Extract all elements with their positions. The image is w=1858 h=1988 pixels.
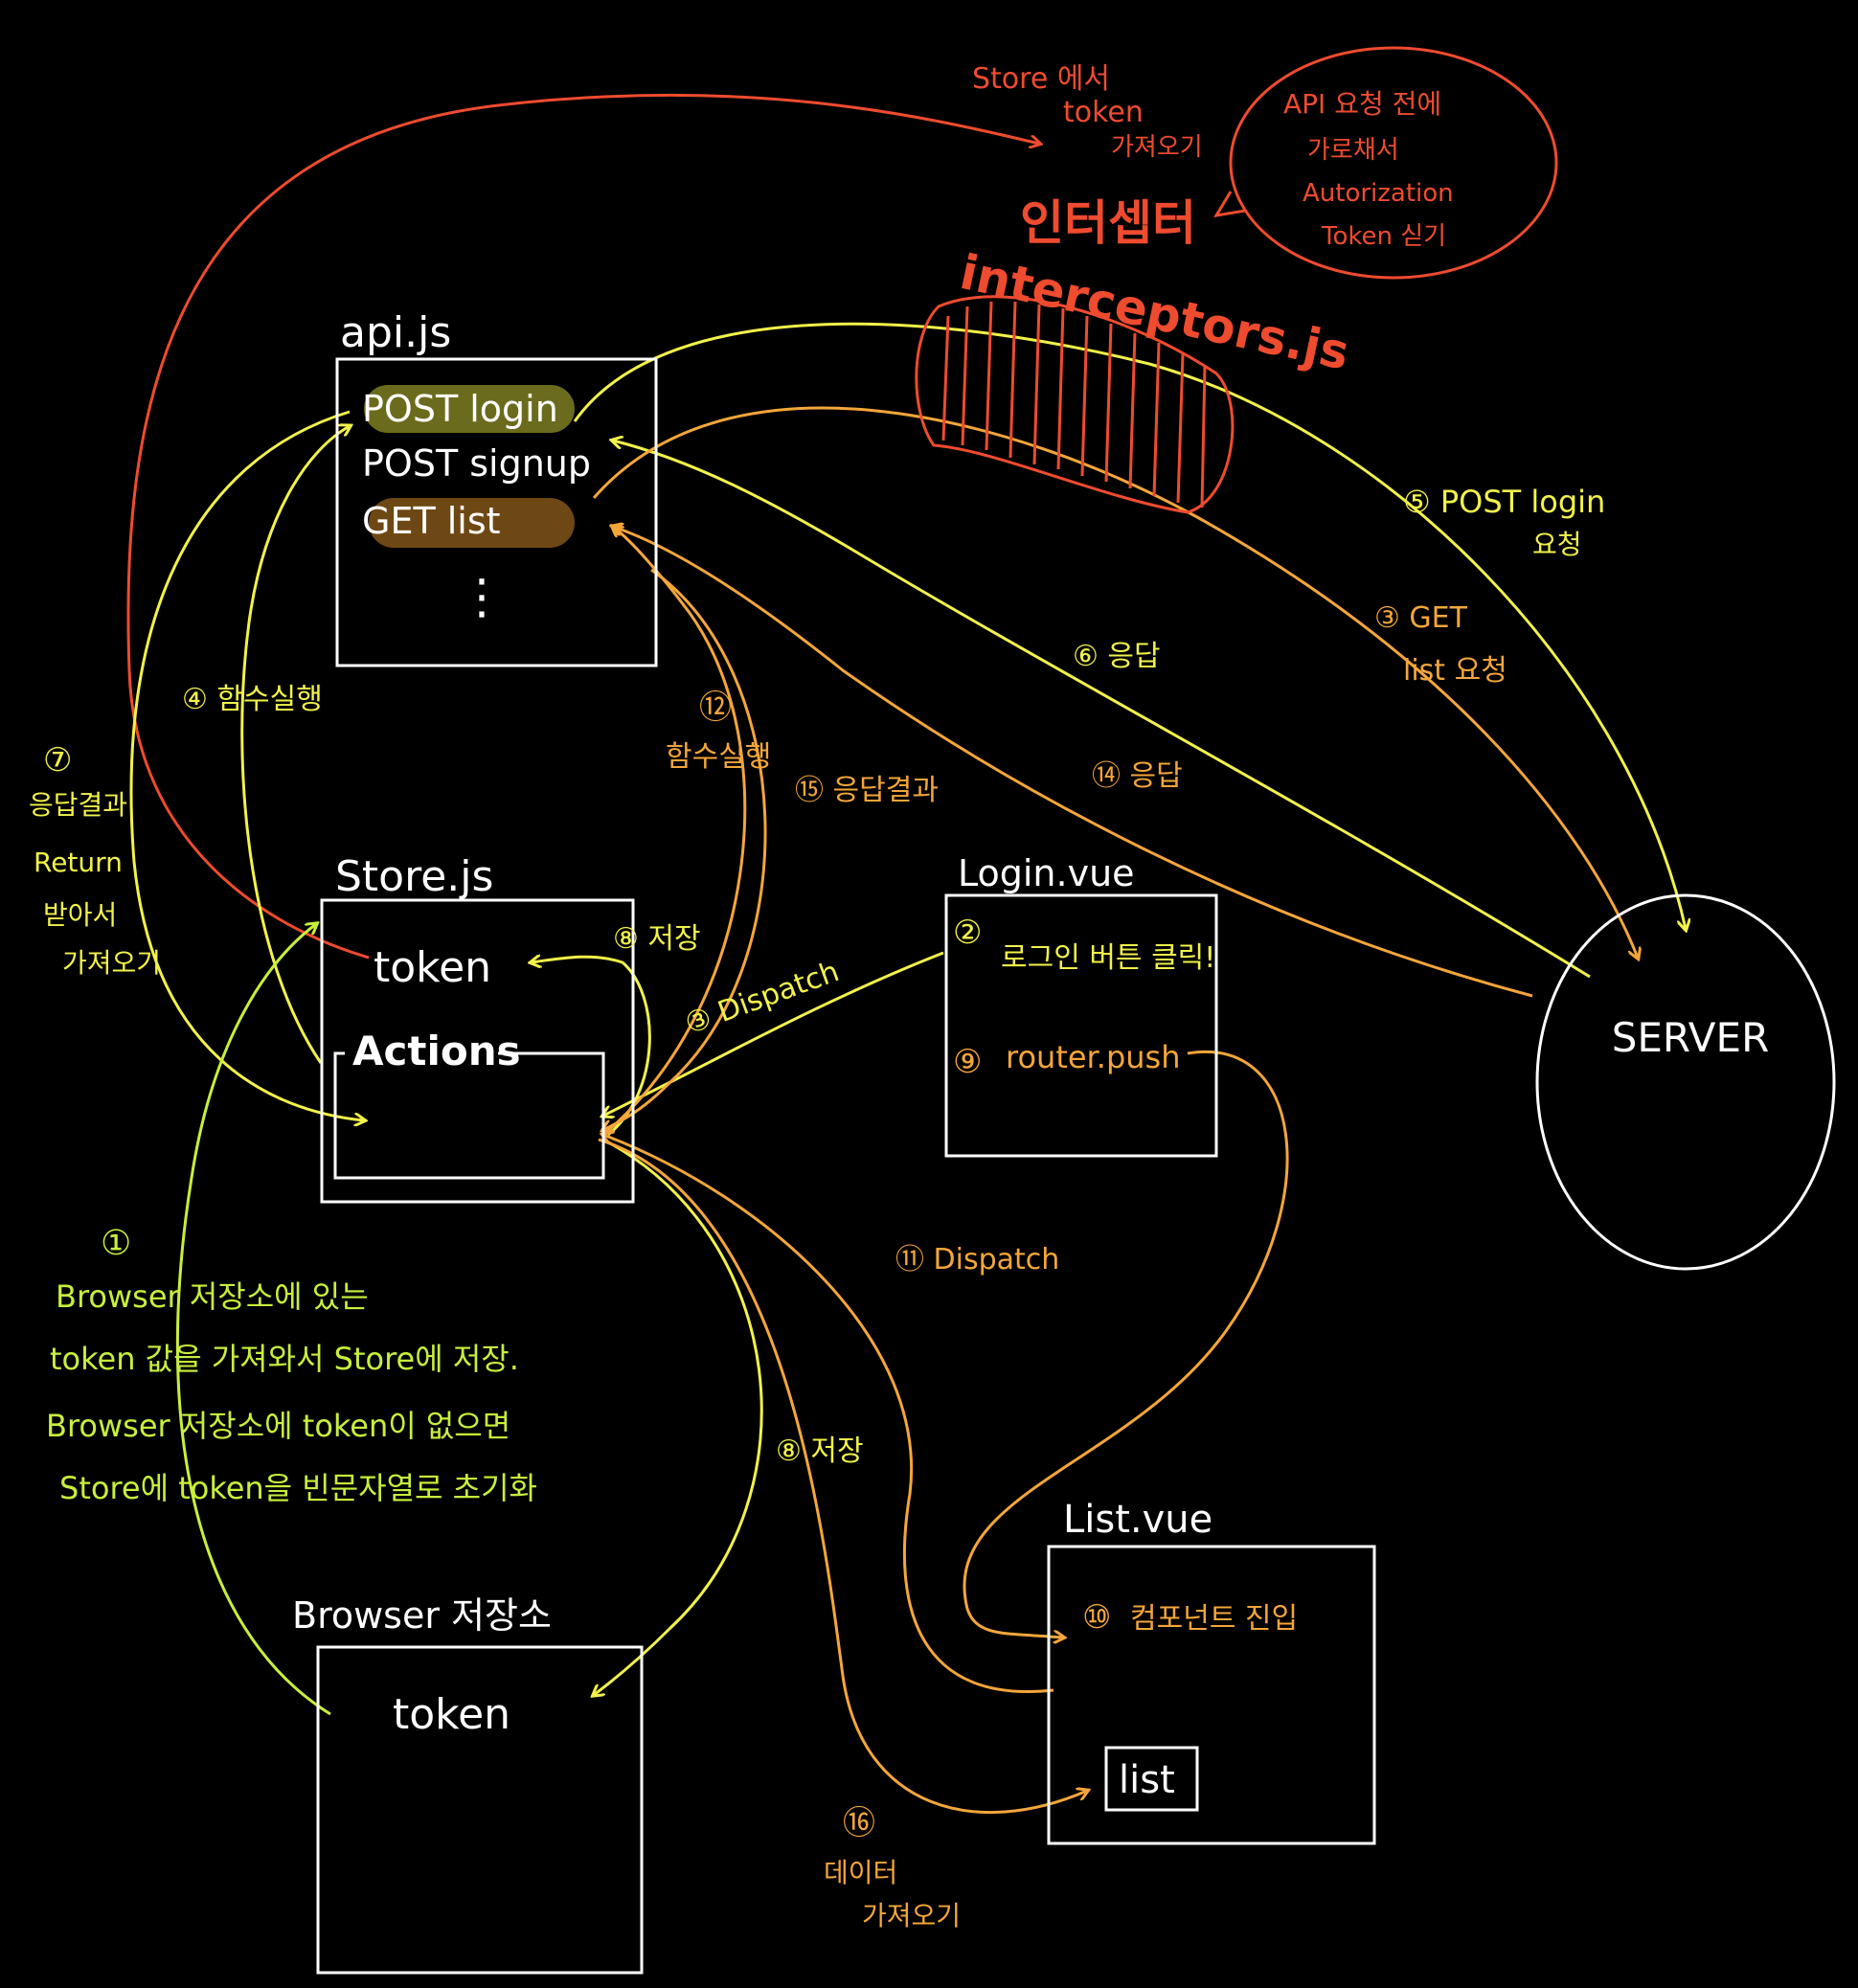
store-js-box: Store.js token Actions: [320, 852, 635, 1204]
step11-label: ⑪ Dispatch: [895, 1243, 1059, 1276]
connector-actions-to-api-login: [240, 426, 350, 1064]
step12-num: ⑫: [699, 689, 732, 727]
login-step2-num: ②: [953, 914, 982, 952]
connector-api-return-to-actions: [129, 410, 364, 1120]
connector-store-token-to-interceptor: [126, 93, 1039, 960]
step1-num: ①: [101, 1224, 131, 1263]
note-top-line3: 가져오기: [1111, 133, 1203, 162]
list-vue-title: List.vue: [1063, 1498, 1212, 1542]
store-js-title: Store.js: [335, 852, 493, 901]
api-item-post-signup[interactable]: POST signup: [362, 442, 591, 485]
step7-line4: 가져오기: [62, 947, 161, 979]
step7-line1: 응답결과: [29, 789, 127, 821]
list-data-label[interactable]: list: [1119, 1758, 1175, 1802]
step14-label: ⑭ 응답: [1092, 759, 1183, 793]
login-step2-text[interactable]: 로그인 버튼 클릭!: [1001, 941, 1215, 975]
step7-num: ⑦: [43, 741, 72, 779]
step4-label: ④ 함수실행: [182, 683, 323, 716]
step1-line3: Browser 저장소에 token이 없으면: [46, 1408, 510, 1444]
login-vue-border: [944, 893, 1218, 1158]
connector-actions-to-list-data: [598, 1138, 1087, 1815]
step1-line1: Browser 저장소에 있는: [56, 1278, 369, 1315]
list-step10-text: 컴포넌트 진입: [1130, 1602, 1298, 1636]
bubble-line2: 가로채서: [1307, 136, 1399, 165]
list-vue-border: [1047, 1545, 1376, 1845]
connector-router-push-list: [963, 1050, 1289, 1638]
step8-top-label: ⑧ 저장: [613, 922, 701, 956]
note-top-line2: token: [1063, 96, 1144, 129]
login-step9-text: router.push: [1006, 1039, 1180, 1075]
step12-text: 함수실행: [666, 740, 771, 774]
api-item-post-login[interactable]: POST login: [362, 388, 558, 430]
step16-line2: 가져오기: [862, 1900, 961, 1932]
login-vue-title: Login.vue: [958, 852, 1135, 894]
interceptors-title-ko: 인터셉터: [1020, 195, 1196, 251]
step13-line2: list 요청: [1403, 654, 1507, 688]
step16-line1: 데이터: [824, 1857, 897, 1888]
login-vue-box: Login.vue ② 로그인 버튼 클릭! ⑨ router.push: [944, 852, 1218, 1158]
login-step9-num: ⑨: [953, 1043, 982, 1081]
step7-line3: 받아서: [43, 899, 117, 931]
api-item-get-list[interactable]: GET list: [362, 500, 501, 542]
bubble-line1: API 요청 전에: [1283, 88, 1441, 120]
browser-storage-box: Browser 저장소 token: [292, 1594, 644, 1975]
connector-list-dispatch-actions: [603, 1135, 1054, 1693]
browser-storage-title: Browser 저장소: [292, 1594, 552, 1637]
store-token: token: [374, 943, 491, 992]
step13-line1: ③ GET: [1374, 601, 1468, 635]
server-circle: [1535, 893, 1836, 1271]
interceptors-group: Store 에서 token 가져오기 API 요청 전에 가로채서 Autor…: [915, 46, 1558, 514]
step1-line2: token 값을 가져와서 Store에 저장.: [50, 1341, 519, 1377]
connector-actions-save-browser: [594, 1138, 763, 1695]
browser-storage-token: token: [393, 1690, 510, 1739]
diagram-canvas: SERVER Store 에서 token 가져오기 API 요청 전에 가로채…: [29, 46, 1836, 1975]
api-js-box: api.js POST login POST signup GET list ⋮: [335, 308, 658, 667]
step6-label: ⑥ 응답: [1073, 640, 1161, 673]
note-top-line1: Store 에서: [972, 62, 1110, 96]
list-step10-num: ⑩: [1082, 1598, 1111, 1637]
api-ellipsis: ⋮: [458, 569, 506, 624]
step8-bottom-label: ⑧ 저장: [776, 1435, 864, 1468]
step7-line2: Return: [34, 847, 123, 878]
bubble-line3: Autorization: [1303, 179, 1454, 208]
step5-line2: 요청: [1532, 529, 1582, 560]
step5-line1: ⑤ POST login: [1403, 484, 1605, 520]
step15-label: ⑮ 응답결과: [795, 774, 939, 807]
server-label: SERVER: [1612, 1014, 1770, 1061]
connector-actions-to-get-list: [602, 527, 747, 1137]
actions-label: Actions: [352, 1028, 521, 1074]
list-vue-box: List.vue ⑩ 컴포넌트 진입 list: [1047, 1498, 1376, 1845]
step16-num: ⑯: [843, 1804, 875, 1842]
bubble-line4: Token 싣기: [1321, 222, 1446, 251]
step1-line4: Store에 token을 빈문자열로 초기화: [59, 1470, 537, 1506]
api-js-title: api.js: [340, 308, 451, 357]
